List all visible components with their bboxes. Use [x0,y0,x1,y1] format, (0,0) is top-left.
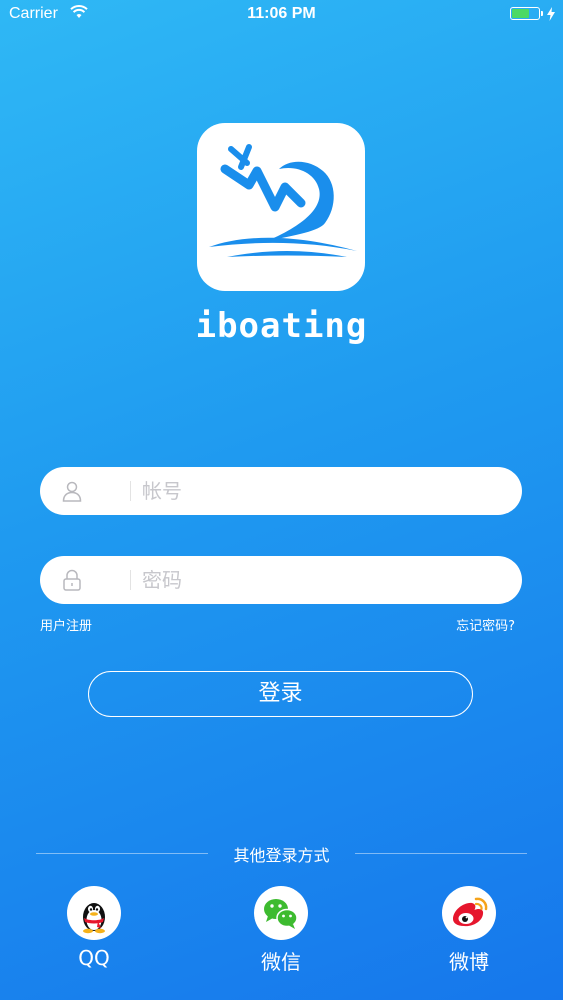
field-separator [130,570,131,590]
password-field[interactable]: 密码 [40,556,522,604]
field-separator [130,481,131,501]
divider-right [355,853,527,854]
wechat-login-button[interactable] [254,886,308,940]
user-icon [60,479,84,507]
charging-icon [547,6,555,25]
weibo-icon [453,897,488,927]
lock-icon [60,568,84,596]
clock: 11:06 PM [247,5,316,22]
status-bar: Carrier 11:06 PM [0,0,563,30]
wechat-label: 微信 [261,950,301,974]
app-logo [197,123,365,291]
qq-penguin-icon [83,903,105,934]
boat-wave-logo-icon [209,144,357,257]
password-input[interactable]: 密码 [142,556,182,604]
app-name: iboating [195,306,368,346]
wechat-icon [264,899,298,929]
qq-label: QQ [78,946,110,970]
battery-icon [510,7,543,20]
qq-login-button[interactable] [67,886,121,940]
login-button[interactable]: 登录 [88,671,473,717]
battery-tip [541,11,543,16]
account-input[interactable]: 帐号 [142,467,182,515]
account-field[interactable]: 帐号 [40,467,522,515]
battery-fill [512,9,529,18]
register-link[interactable]: 用户注册 [40,615,92,634]
weibo-label: 微博 [449,950,489,974]
other-login-title: 其他登录方式 [233,846,330,865]
weibo-login-button[interactable] [442,886,496,940]
forgot-password-link[interactable]: 忘记密码? [456,615,515,634]
